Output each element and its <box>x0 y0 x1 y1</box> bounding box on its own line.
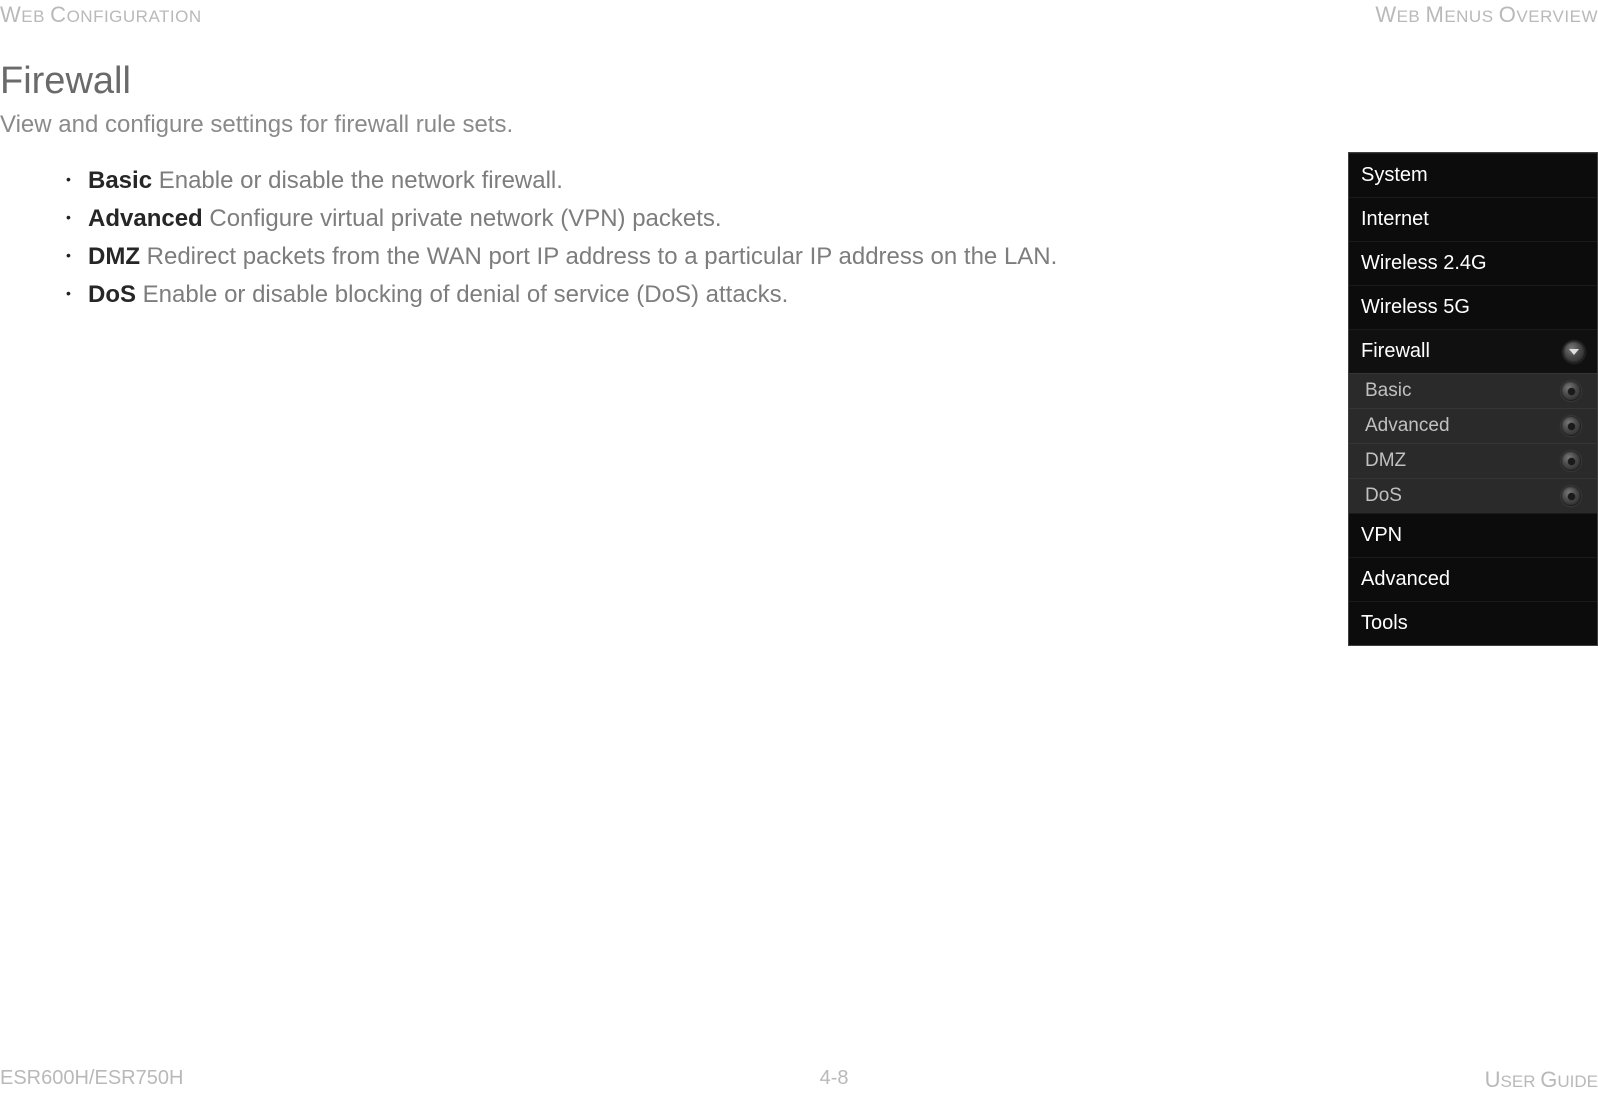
list-item: Advanced Configure virtual private netwo… <box>88 201 1108 237</box>
page-title: Firewall <box>0 60 1598 103</box>
sidebar-item-label: VPN <box>1361 524 1402 547</box>
sidebar-item-label: Wireless 2.4G <box>1361 252 1487 275</box>
sidebar-item-wireless24g[interactable]: Wireless 2.4G <box>1349 241 1597 285</box>
desc-basic: Enable or disable the network firewall. <box>152 167 563 194</box>
chevron-down-icon <box>1563 341 1585 363</box>
radio-icon <box>1561 381 1581 401</box>
sidebar-subitem-label: DoS <box>1365 485 1402 507</box>
header-left: WEB CONFIGURATION <box>0 2 202 28</box>
desc-advanced: Configure virtual private network (VPN) … <box>203 205 722 232</box>
desc-dmz: Redirect packets from the WAN port IP ad… <box>140 243 1057 270</box>
sidebar-subitem-label: DMZ <box>1365 450 1406 472</box>
sidebar-subitem-dmz[interactable]: DMZ <box>1349 443 1597 478</box>
radio-icon <box>1561 486 1581 506</box>
sidebar-item-label: System <box>1361 164 1428 187</box>
feature-list: Basic Enable or disable the network fire… <box>48 163 1108 313</box>
term-dmz: DMZ <box>88 243 140 270</box>
footer-doc-type: USER GUIDE <box>1485 1067 1598 1093</box>
sidebar-subitem-label: Advanced <box>1365 415 1450 437</box>
term-advanced: Advanced <box>88 205 203 232</box>
sidebar-item-internet[interactable]: Internet <box>1349 197 1597 241</box>
term-dos: DoS <box>88 281 136 308</box>
sidebar-item-vpn[interactable]: VPN <box>1349 513 1597 557</box>
sidebar-subitem-advanced[interactable]: Advanced <box>1349 408 1597 443</box>
sidebar-item-label: Wireless 5G <box>1361 296 1470 319</box>
page-header: WEB CONFIGURATION WEB MENUS OVERVIEW <box>0 0 1598 28</box>
sidebar-item-advanced[interactable]: Advanced <box>1349 557 1597 601</box>
sidebar-item-label: Advanced <box>1361 568 1450 591</box>
footer-product: ESR600H/ESR750H <box>0 1067 183 1093</box>
header-right: WEB MENUS OVERVIEW <box>1375 2 1598 28</box>
list-item: Basic Enable or disable the network fire… <box>88 163 1108 199</box>
list-item: DoS Enable or disable blocking of denial… <box>88 277 1108 313</box>
sidebar-item-firewall[interactable]: Firewall <box>1349 329 1597 373</box>
sidebar-submenu-firewall: Basic Advanced DMZ DoS <box>1349 373 1597 513</box>
sidebar-item-label: Tools <box>1361 612 1408 635</box>
sidebar-item-system[interactable]: System <box>1349 153 1597 197</box>
sidebar-subitem-label: Basic <box>1365 380 1411 402</box>
page-subtitle: View and configure settings for firewall… <box>0 111 1598 139</box>
sidebar-item-label: Internet <box>1361 208 1429 231</box>
desc-dos: Enable or disable blocking of denial of … <box>136 281 788 308</box>
radio-icon <box>1561 451 1581 471</box>
page-footer: ESR600H/ESR750H 4-8 USER GUIDE <box>0 1067 1598 1093</box>
list-item: DMZ Redirect packets from the WAN port I… <box>88 239 1108 275</box>
sidebar-item-label: Firewall <box>1361 340 1430 363</box>
sidebar-subitem-basic[interactable]: Basic <box>1349 373 1597 408</box>
term-basic: Basic <box>88 167 152 194</box>
sidebar-item-tools[interactable]: Tools <box>1349 601 1597 645</box>
sidebar-item-wireless5g[interactable]: Wireless 5G <box>1349 285 1597 329</box>
footer-page-number: 4-8 <box>820 1067 849 1093</box>
sidebar-nav: System Internet Wireless 2.4G Wireless 5… <box>1348 152 1598 646</box>
radio-icon <box>1561 416 1581 436</box>
sidebar-subitem-dos[interactable]: DoS <box>1349 478 1597 513</box>
